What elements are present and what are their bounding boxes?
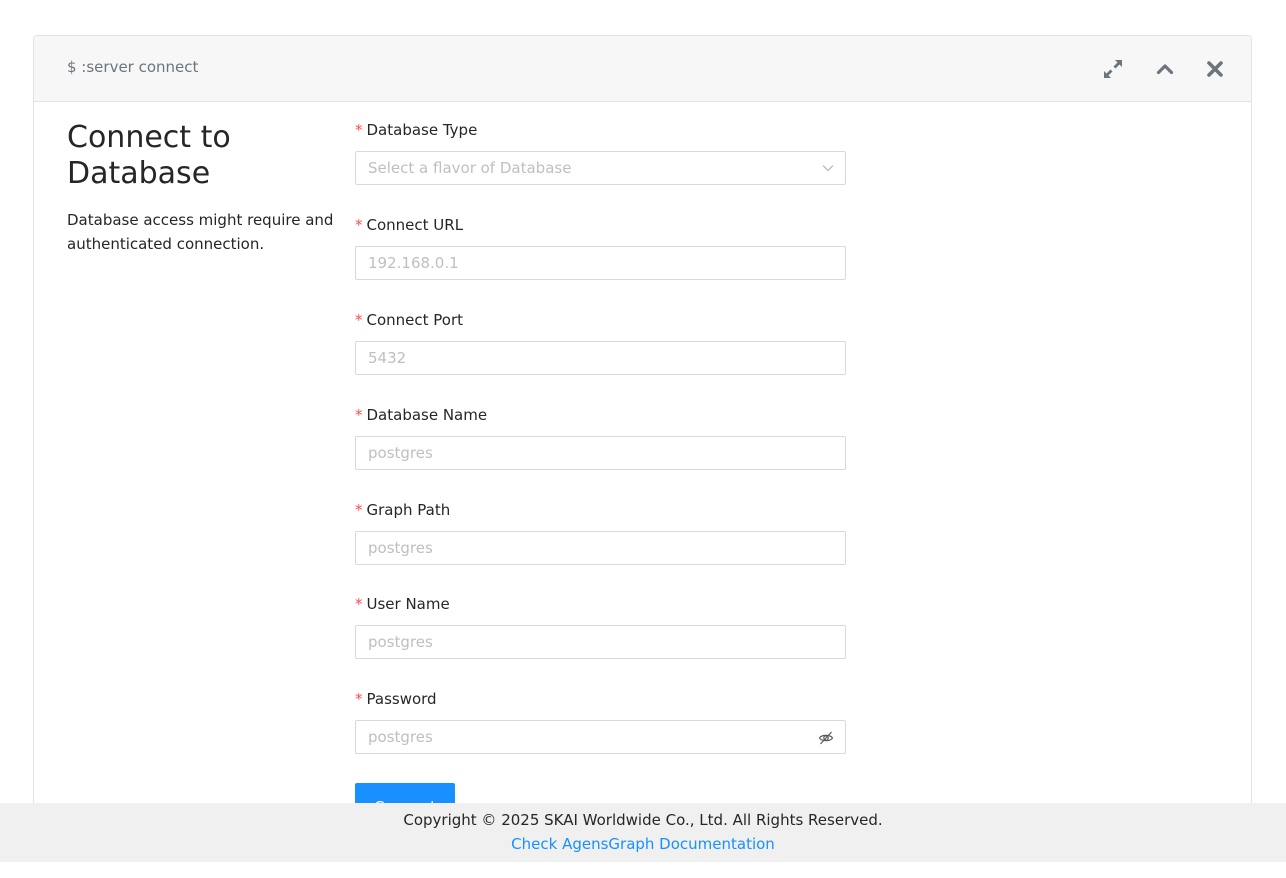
connect-port-field: * Connect Port: [355, 310, 846, 375]
connect-url-field: * Connect URL: [355, 215, 846, 280]
server-connect-card: $ :server connect Connect to Database Da…: [33, 35, 1252, 837]
page-description: Database access might require and authen…: [67, 211, 334, 253]
card-header: $ :server connect: [34, 36, 1251, 102]
user-name-input[interactable]: [356, 626, 845, 658]
expand-button[interactable]: [1098, 54, 1128, 84]
password-input[interactable]: [356, 721, 845, 753]
connect-port-label: Connect Port: [366, 311, 464, 329]
graph-path-label: Graph Path: [366, 501, 451, 519]
password-field: * Password: [355, 689, 846, 754]
required-marker: *: [355, 501, 363, 519]
database-name-label: Database Name: [366, 406, 488, 424]
database-name-field: * Database Name: [355, 405, 846, 470]
graph-path-input[interactable]: [356, 532, 845, 564]
connect-port-input[interactable]: [356, 342, 845, 374]
graph-path-field: * Graph Path: [355, 500, 846, 565]
close-icon: [1207, 61, 1223, 77]
password-label: Password: [366, 690, 437, 708]
database-type-placeholder: Select a flavor of Database: [368, 159, 572, 177]
database-type-select[interactable]: Select a flavor of Database: [355, 151, 846, 185]
eye-invisible-icon[interactable]: [818, 730, 834, 746]
required-marker: *: [355, 406, 363, 424]
page-title: Connect to Database: [67, 120, 231, 191]
chevron-down-icon: [821, 161, 835, 175]
command-text: $ :server connect: [67, 58, 199, 76]
expand-icon: [1104, 60, 1122, 78]
required-marker: *: [355, 216, 363, 234]
close-button[interactable]: [1200, 54, 1230, 84]
user-name-field: * User Name: [355, 594, 846, 659]
required-marker: *: [355, 595, 363, 613]
user-name-label: User Name: [366, 595, 450, 613]
copyright-text: Copyright © 2025 SKAI Worldwide Co., Ltd…: [403, 811, 883, 829]
required-marker: *: [355, 121, 363, 139]
database-type-label: Database Type: [366, 121, 478, 139]
database-name-input[interactable]: [356, 437, 845, 469]
connect-url-input[interactable]: [356, 247, 845, 279]
chevron-up-icon: [1156, 64, 1174, 75]
database-type-field: * Database Type Select a flavor of Databa…: [355, 120, 846, 185]
required-marker: *: [355, 690, 363, 708]
required-marker: *: [355, 311, 363, 329]
connect-url-label: Connect URL: [366, 216, 464, 234]
footer: Copyright © 2025 SKAI Worldwide Co., Ltd…: [0, 803, 1286, 862]
collapse-button[interactable]: [1150, 54, 1180, 84]
documentation-link[interactable]: Check AgensGraph Documentation: [0, 835, 1286, 853]
